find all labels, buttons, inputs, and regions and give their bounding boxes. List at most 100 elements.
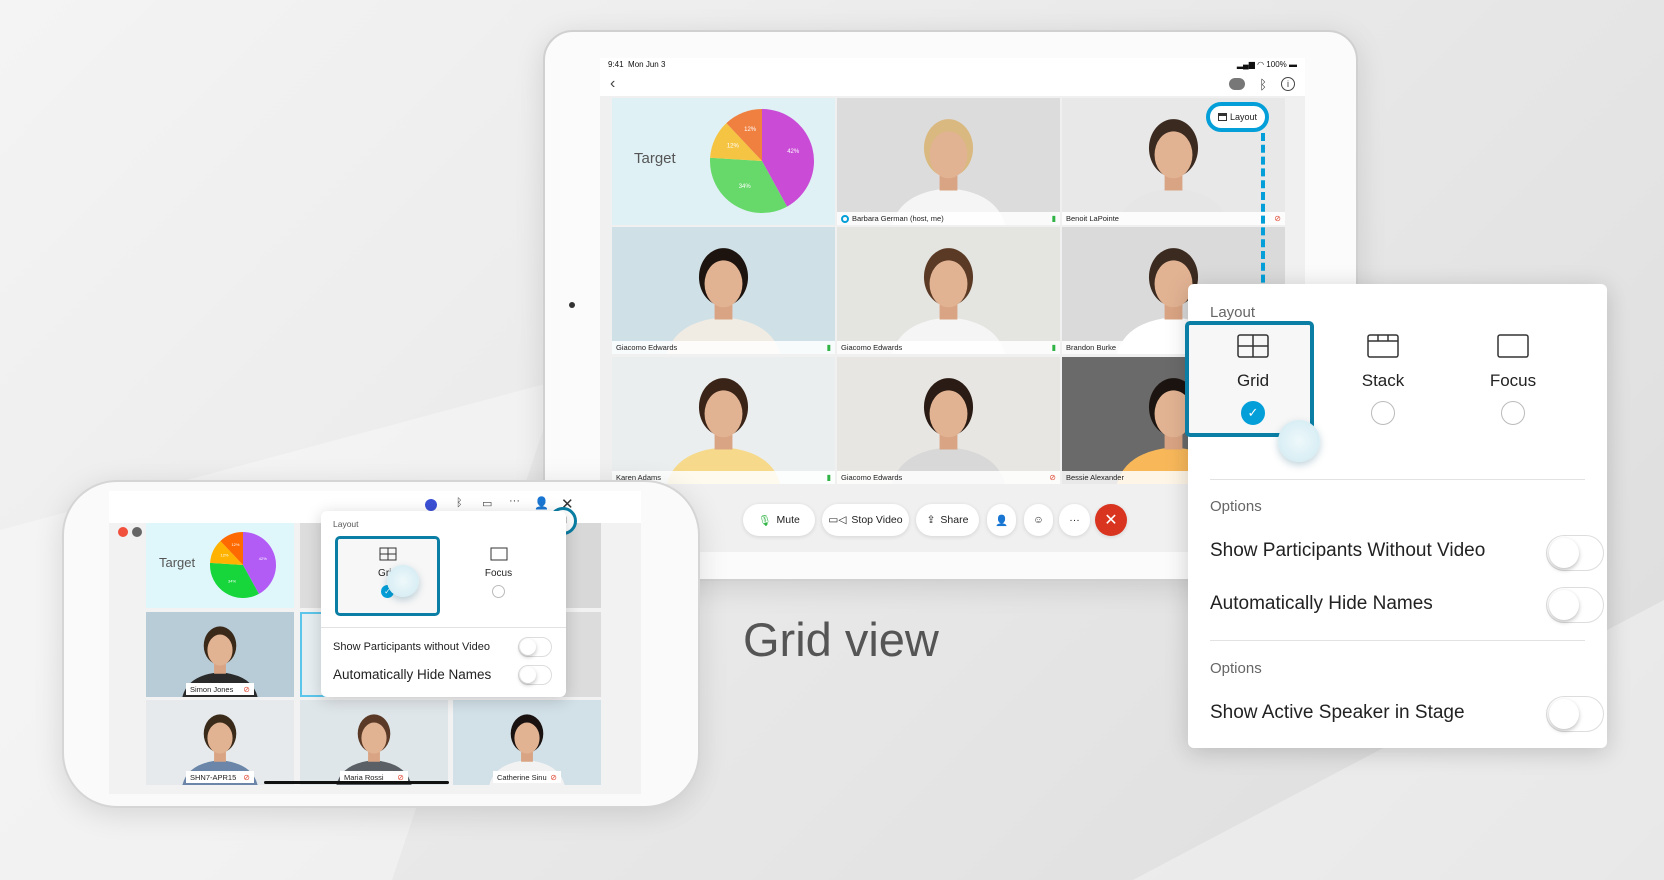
wifi-icon: ◠ [1257,60,1267,69]
layout-button[interactable]: Layout [1206,102,1269,132]
auto-hide-names-toggle[interactable] [518,665,552,685]
checkmark-icon: ✓ [1247,405,1259,420]
info-icon[interactable]: i [1281,77,1295,91]
mute-button[interactable]: 🎙 Mute [743,504,815,536]
participant-name-bar: Catherine Sinu ⊘ [493,771,561,783]
layout-button-label: Layout [1229,112,1258,122]
layout-section-label: Layout [333,519,359,529]
participant-name: Catherine Sinu [497,772,547,782]
microphone-icon: ▮ [1051,343,1056,352]
bot-icon[interactable] [425,499,437,511]
emoji-icon: ☺ [1033,514,1044,526]
participant-name-bar: SHN7-APR15 ⊘ [186,771,254,783]
participant-video [837,98,1060,225]
status-time: 9:41 [608,60,624,69]
pie-slice-label: 12% [231,542,239,547]
pie-slice-label: 12% [727,143,740,149]
layout-option-grid[interactable]: Grid ✓ [335,547,440,598]
grid-icon [379,547,396,561]
radio-unselected[interactable] [1501,401,1525,425]
more-icon: ··· [1069,514,1080,526]
radio-unselected[interactable] [492,585,505,598]
participant-name: Benoit LaPointe [1066,214,1119,223]
participant-tile[interactable]: Catherine Sinu ⊘ [453,700,601,785]
layout-option-grid[interactable]: Grid ✓ [1188,334,1318,425]
end-call-button[interactable]: ✕ [1095,504,1127,536]
shared-content-tile[interactable]: Target 42% 34% 12% 12% [146,523,294,608]
shared-content-tile[interactable]: Target 42% 34% 12% 12% [612,98,835,225]
stack-icon [1367,334,1399,358]
pie-slice-label: 42% [787,149,800,155]
pie-chart: 42% 34% 12%12% [210,532,276,598]
participant-name: Giacomo Edwards [841,343,903,352]
reactions-button[interactable]: ☺ [1024,504,1053,536]
active-speaker-stage-toggle[interactable] [1546,696,1604,732]
show-participants-without-video-toggle[interactable] [518,637,552,657]
caption-title: Grid view [743,613,939,666]
participant-video [837,227,1060,354]
participant-tile[interactable]: Giacomo Edwards ▮ [837,227,1060,354]
bot-icon[interactable] [1229,78,1246,90]
participant-name: Simon Jones [190,684,234,694]
auto-hide-names-label: Automatically Hide Names [1210,593,1433,614]
more-button[interactable]: ··· [1059,504,1090,536]
chevron-left-icon[interactable]: ‹ [610,75,615,93]
participant-tile[interactable]: Giacomo Edwards ⊘ [837,357,1060,484]
more-icon[interactable]: ··· [509,495,520,507]
microphone-muted-icon: ⊘ [243,772,250,782]
layout-option-stack[interactable]: Stack [1318,334,1448,425]
layout-option-label: Stack [1361,371,1405,390]
microphone-muted-icon: ⊘ [1049,473,1056,482]
layout-option-focus[interactable]: Focus [1448,334,1578,425]
participant-name: Brandon Burke [1066,343,1117,352]
show-participants-without-video-toggle[interactable] [1546,535,1604,571]
participant-name-bar: Barbara German (host, me) ▮ [837,212,1060,225]
share-label: Share [940,514,969,526]
battery-icon: ▬ [1289,60,1297,69]
participants-icon[interactable]: 👤 [534,496,549,510]
layout-icon [1217,113,1227,121]
status-bar: 9:41 Mon Jun 3 ▂▄▆ ◠ 100% ▬ [600,58,1305,72]
participants-button[interactable]: 👤 [987,504,1016,536]
record-icon[interactable] [118,527,128,537]
participant-tile[interactable]: Maria Rossi ⊘ [300,700,448,785]
radio-selected[interactable]: ✓ [1241,401,1265,425]
participant-tile[interactable]: Simon Jones ⊘ [146,612,294,697]
participant-tile[interactable]: SHN7-APR15 ⊘ [146,700,294,785]
participant-name: Giacomo Edwards [616,343,678,352]
participant-name-bar: Giacomo Edwards ▮ [837,341,1060,354]
stop-video-button[interactable]: ▭◁ Stop Video [822,504,909,536]
phone-layout-popover: Layout Grid ✓ Focus Show Participants wi… [321,511,566,697]
participant-name: Giacomo Edwards [841,473,903,482]
bluetooth-icon[interactable]: ᛒ [1259,77,1267,92]
share-button[interactable]: ⇪ Share [916,504,979,536]
video-camera-icon[interactable]: ▭ [482,497,492,510]
participant-name: Barbara German (host, me) [852,214,944,223]
participant-tile[interactable]: Barbara German (host, me) ▮ [837,98,1060,225]
layout-popover: Layout Grid ✓ Stack Focus Options Show P… [1185,284,1607,748]
share-icon: ⇪ [926,514,936,526]
pen-icon[interactable] [132,527,142,537]
pie-slice-label: 34% [739,184,752,190]
status-date: Mon Jun 3 [628,60,666,69]
focus-icon [1497,334,1529,358]
layout-option-focus[interactable]: Focus [446,547,551,598]
grid-icon [1237,334,1269,358]
microphone-icon: ▮ [826,473,831,482]
participant-name-bar: Benoit LaPointe ⊘ [1062,212,1285,225]
participant-name-bar: Giacomo Edwards ▮ [612,341,835,354]
ipad-camera [569,302,575,308]
radio-unselected[interactable] [1371,401,1395,425]
pie-slice-label: 34% [228,578,236,583]
meeting-nav: ‹ ᛒ i [600,72,1305,96]
participant-name-bar: Simon Jones ⊘ [186,683,254,695]
participant-name: SHN7-APR15 [190,772,237,782]
microphone-icon: ▮ [1051,214,1056,223]
participant-name: Bessie Alexander [1066,473,1124,482]
pie-slice-label: 42% [259,556,267,561]
participant-tile[interactable]: Giacomo Edwards ▮ [612,227,835,354]
bluetooth-icon[interactable]: ᛒ [456,497,463,509]
auto-hide-names-toggle[interactable] [1546,587,1604,623]
participant-tile[interactable]: Karen Adams ▮ [612,357,835,484]
touch-indicator [387,565,419,597]
